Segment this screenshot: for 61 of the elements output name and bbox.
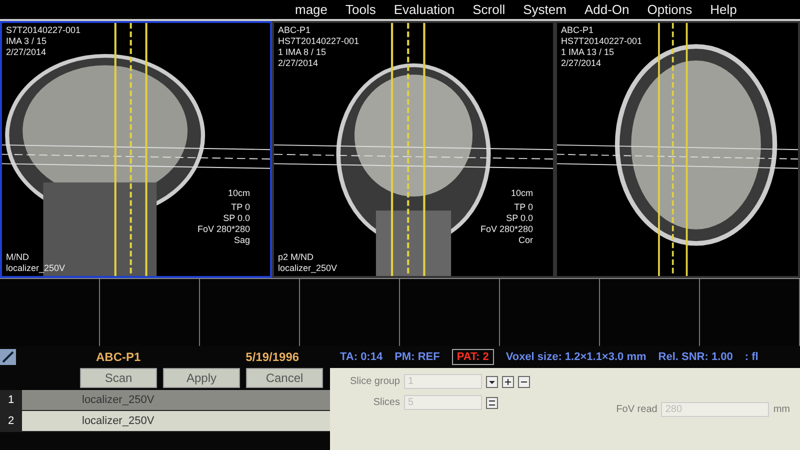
- image-info-text: 1 IMA 13 / 15: [561, 47, 616, 58]
- parameter-label: FoV read: [615, 404, 658, 414]
- row-number: 1: [0, 390, 22, 410]
- image-viewport[interactable]: S7T20140227-001 IMA 3 / 15 2/27/2014 10cm TP 0 SP 0.0 FoV 280*280 Sag M/ND localizer_250V: [0, 21, 272, 278]
- unit-label: mm: [773, 404, 790, 414]
- menu-item[interactable]: Scroll: [472, 2, 506, 17]
- image-info-text: SP 0.0: [505, 213, 533, 224]
- image-info-text: Sag: [232, 235, 250, 246]
- image-info-text: 2/27/2014: [278, 58, 320, 69]
- menu-item[interactable]: Evaluation: [394, 2, 455, 17]
- birth-date: 5/19/1996: [246, 350, 300, 364]
- parameter-label: Slice group: [348, 376, 400, 387]
- image-info-text: HS7T20140227-001: [278, 36, 360, 47]
- image-info-text: TP 0: [230, 202, 250, 214]
- image-viewport[interactable]: ABC-P1 HS7T20140227-001 1 IMA 8 / 15 2/27/2014 10cm TP 0 SP 0.0 FoV 280*280 Cor p2 M/ND localizer_250V: [272, 21, 555, 278]
- pen-icon[interactable]: [0, 349, 16, 365]
- pat-indicator: PAT: 2: [452, 349, 494, 365]
- patient-name: ABC-P1: [96, 350, 141, 364]
- image-info-text: ABC-P1: [278, 25, 312, 36]
- image-info-text: 2/27/2014: [561, 58, 602, 69]
- image-info-text: FoV 280*280: [197, 224, 250, 236]
- snr-value: Rel. SNR: 1.00: [658, 351, 733, 363]
- image-info-text: 2/27/2014: [6, 47, 48, 58]
- action-button[interactable]: Apply: [163, 368, 240, 388]
- image-mode-text: p2 M/ND: [278, 252, 315, 264]
- protocol-row[interactable]: 1 localizer_250V: [0, 390, 330, 411]
- menu-item[interactable]: Tools: [346, 2, 376, 17]
- menu-item[interactable]: mage: [295, 2, 328, 17]
- image-info-text: S7T20140227-001: [6, 25, 81, 36]
- image-info-text: ABC-P1: [561, 25, 595, 36]
- sequence-type: : fl: [744, 351, 758, 363]
- image-info-text: IMA 3 / 15: [6, 36, 48, 47]
- protocol-row[interactable]: 2 localizer_250V: [0, 411, 330, 432]
- image-info-text: TP 0: [513, 202, 533, 214]
- menu-item[interactable]: System: [523, 2, 566, 17]
- action-button[interactable]: Cancel: [246, 368, 323, 388]
- menu-item[interactable]: Add-On: [584, 2, 630, 17]
- series-name: localizer_250V: [278, 263, 338, 274]
- row-number: 2: [0, 411, 22, 431]
- image-info-text: 1 IMA 8 / 15: [278, 47, 328, 58]
- dropdown-icon[interactable]: [486, 376, 498, 388]
- image-info-text: FoV 280*280: [480, 224, 533, 236]
- image-info-text: SP 0.0: [222, 213, 250, 224]
- protocol-name: localizer_250V: [82, 394, 154, 406]
- image-viewport[interactable]: ABC-P1 HS7T20140227-001 1 IMA 13 / 15 2/27/2014: [555, 21, 800, 278]
- voxel-size: Voxel size: 1.2×1.1×3.0 mm: [506, 351, 646, 363]
- action-button[interactable]: Scan: [80, 368, 157, 388]
- protocol-name: localizer_250V: [82, 415, 154, 427]
- series-name: localizer_250V: [6, 263, 66, 274]
- image-mode-text: M/ND: [6, 252, 30, 264]
- menu-item[interactable]: Help: [710, 2, 737, 17]
- scale-label: 10cm: [228, 188, 250, 198]
- scale-label: 10cm: [510, 188, 533, 198]
- parameter-label: Slices: [372, 397, 400, 408]
- add-icon[interactable]: [502, 376, 514, 388]
- image-info-text: HS7T20140227-001: [561, 36, 642, 47]
- image-info-text: Cor: [517, 235, 533, 246]
- acquisition-time: TA: 0:14: [340, 351, 383, 363]
- menu-item[interactable]: Options: [647, 2, 692, 17]
- remove-icon[interactable]: [518, 376, 530, 388]
- phase-mode: PM: REF: [394, 351, 440, 363]
